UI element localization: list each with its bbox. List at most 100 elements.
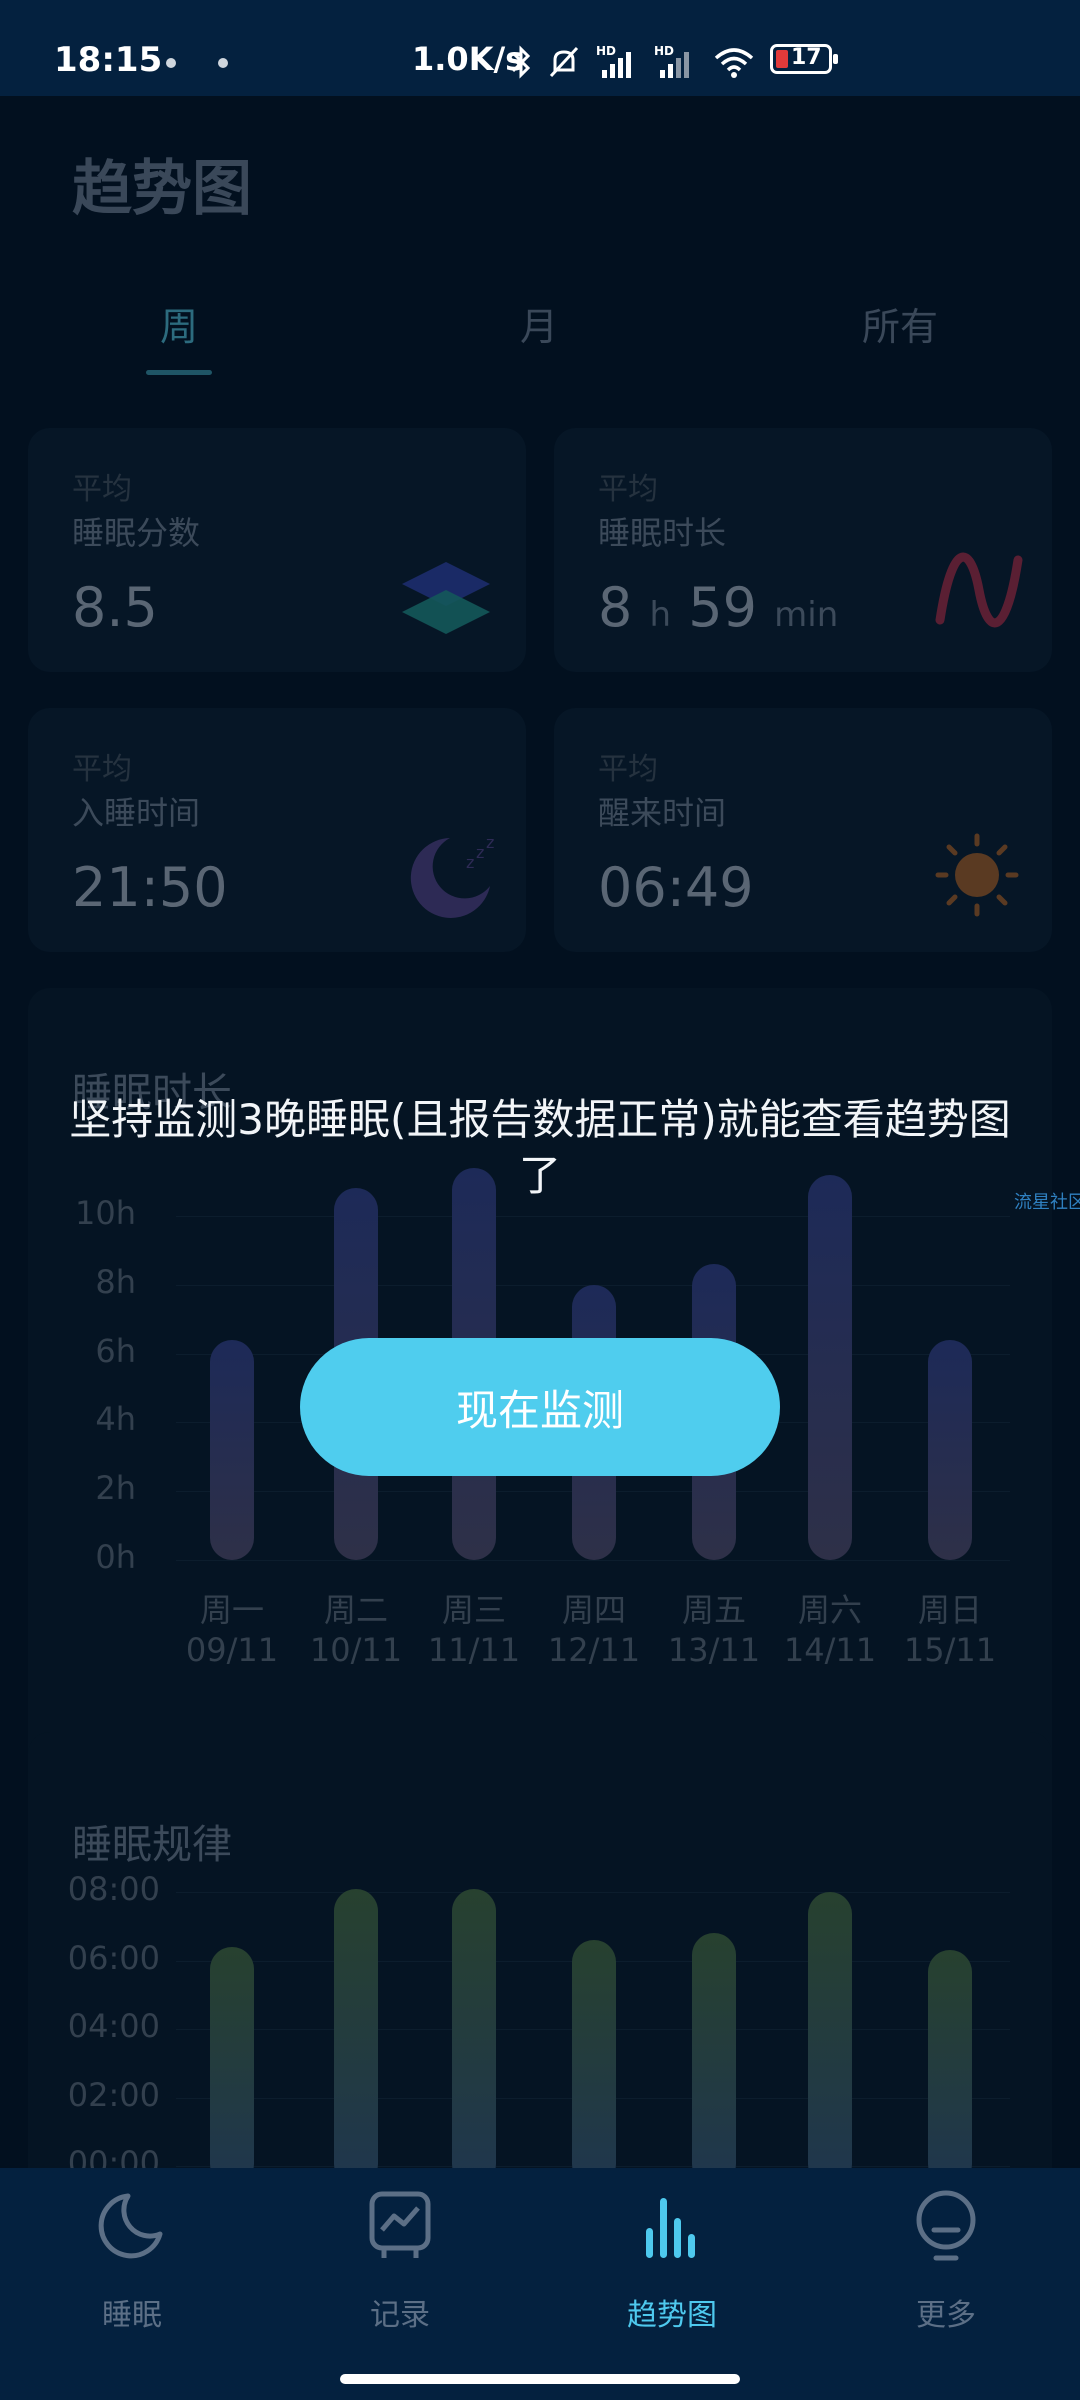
stat-prefix: 平均 bbox=[598, 752, 658, 787]
layers-icon bbox=[402, 562, 490, 634]
signal-icon: HD bbox=[654, 44, 689, 78]
chart-bar bbox=[808, 1892, 852, 2186]
status-time: 18:15 bbox=[54, 40, 163, 80]
home-indicator[interactable] bbox=[340, 2374, 740, 2384]
status-icons: HD HD bbox=[510, 42, 756, 82]
x-tick-day: 周三 bbox=[441, 1591, 506, 1629]
nav-item-record[interactable]: 记录 bbox=[300, 2190, 500, 2340]
signal-hd-label: HD bbox=[654, 44, 674, 58]
x-tick-date: 12/11 bbox=[547, 1631, 641, 1669]
grid-line bbox=[176, 1216, 1010, 1217]
moon-icon bbox=[98, 2193, 163, 2259]
chart-bar bbox=[808, 1174, 852, 1560]
y-tick-label: 6h bbox=[95, 1331, 136, 1370]
x-tick-label: 周六 14/11 bbox=[770, 1590, 890, 1670]
nav-item-sleep[interactable]: 睡眠 bbox=[32, 2190, 232, 2340]
trend-unlock-message: 坚持监测3晚睡眠(且报告数据正常)就能查看趋势图了 bbox=[69, 1095, 1011, 1200]
stat-label: 醒来时间 bbox=[598, 794, 727, 832]
x-tick-label: 周四 12/11 bbox=[534, 1590, 654, 1670]
battery-icon: 17 bbox=[770, 44, 838, 74]
stat-label: 睡眠分数 bbox=[72, 514, 201, 552]
x-tick-label: 周日 15/11 bbox=[890, 1590, 1010, 1670]
stat-card-sleep-time: 平均 入睡时间 21:50 z z z bbox=[28, 708, 526, 952]
notification-dot-icon bbox=[218, 58, 228, 68]
chart-bar bbox=[452, 1888, 496, 2186]
nav-label: 更多 bbox=[916, 2298, 976, 2333]
bottom-nav: 睡眠 记录 趋势图 更多 bbox=[0, 2168, 1080, 2400]
x-tick-date: 14/11 bbox=[783, 1631, 877, 1669]
tab-month[interactable]: 月 bbox=[520, 296, 558, 351]
sleep-regularity-chart: 睡眠规律 08:00 06:00 04:00 02:00 00:00 bbox=[28, 1732, 1052, 2192]
stat-prefix: 平均 bbox=[598, 472, 658, 507]
stat-card-score: 平均 睡眠分数 8.5 bbox=[28, 428, 526, 672]
sun-icon bbox=[935, 833, 1019, 917]
x-tick-label: 周五 13/11 bbox=[654, 1590, 774, 1670]
monitor-now-button[interactable]: 现在监测 bbox=[300, 1338, 780, 1476]
y-tick-label: 4h bbox=[95, 1400, 136, 1439]
sine-wave-icon bbox=[935, 552, 1023, 628]
x-tick-label: 周二 10/11 bbox=[296, 1590, 416, 1670]
trend-bars-icon bbox=[646, 2198, 695, 2258]
nav-label: 趋势图 bbox=[627, 2298, 717, 2333]
tab-all[interactable]: 所有 bbox=[862, 296, 938, 351]
duration-hours: 8 bbox=[598, 576, 633, 639]
x-tick-day: 周四 bbox=[561, 1591, 626, 1629]
grid-line bbox=[176, 1560, 1010, 1561]
y-tick-label: 08:00 bbox=[67, 1870, 160, 1908]
duration-minutes-unit: min bbox=[774, 595, 839, 635]
x-tick-day: 周五 bbox=[681, 1591, 746, 1629]
x-tick-date: 11/11 bbox=[427, 1631, 521, 1669]
side-watermark: 流星社区 bbox=[1014, 1192, 1080, 1213]
page-title: 趋势图 bbox=[72, 154, 252, 224]
x-tick-label: 周三 11/11 bbox=[414, 1590, 534, 1670]
duration-hours-unit: h bbox=[649, 595, 672, 635]
bluetooth-icon bbox=[511, 45, 531, 79]
network-speed: 1.0K/s bbox=[412, 40, 525, 78]
mute-bell-icon bbox=[549, 46, 579, 78]
svg-text:z: z bbox=[476, 843, 484, 862]
y-tick-label: 06:00 bbox=[67, 1938, 160, 1977]
x-tick-date: 15/11 bbox=[903, 1631, 997, 1669]
y-tick-label: 8h bbox=[95, 1262, 136, 1301]
y-tick-label: 04:00 bbox=[67, 2007, 160, 2045]
x-tick-label: 周一 09/11 bbox=[172, 1590, 292, 1670]
x-tick-day: 周二 bbox=[323, 1591, 388, 1629]
tab-week[interactable]: 周 bbox=[160, 296, 198, 351]
status-bar: 18:15 1.0K/s HD HD 17 bbox=[0, 0, 1080, 96]
chart-bar bbox=[928, 1339, 972, 1560]
chart-bar bbox=[928, 1950, 972, 2186]
record-icon bbox=[369, 2191, 431, 2258]
chart-bar bbox=[210, 1946, 254, 2186]
stat-value: 21:50 bbox=[72, 856, 228, 919]
signal-icon: HD bbox=[596, 44, 631, 78]
svg-text:z: z bbox=[486, 833, 494, 852]
x-tick-date: 09/11 bbox=[185, 1631, 279, 1669]
battery-level: 17 bbox=[791, 45, 822, 70]
tab-indicator bbox=[146, 370, 212, 375]
y-tick-label: 02:00 bbox=[67, 2075, 160, 2114]
notification-dot-icon bbox=[166, 58, 176, 68]
stat-prefix: 平均 bbox=[72, 752, 132, 787]
y-tick-label: 2h bbox=[95, 1469, 136, 1508]
stat-value: 06:49 bbox=[598, 856, 754, 919]
wifi-icon bbox=[714, 48, 754, 78]
stat-prefix: 平均 bbox=[72, 472, 132, 507]
svg-text:z: z bbox=[466, 853, 474, 872]
stat-value: 8.5 bbox=[72, 576, 158, 639]
x-tick-date: 13/11 bbox=[667, 1631, 761, 1669]
nav-label: 记录 bbox=[370, 2298, 430, 2333]
bulb-icon bbox=[916, 2190, 976, 2261]
x-tick-date: 10/11 bbox=[309, 1631, 403, 1669]
stat-card-wake-time: 平均 醒来时间 06:49 bbox=[554, 708, 1052, 952]
chart-bar bbox=[572, 1939, 616, 2186]
signal-hd-label: HD bbox=[596, 44, 616, 58]
stat-value: 8 h 59 min bbox=[598, 576, 838, 639]
chart-bar bbox=[692, 1933, 736, 2186]
nav-item-more[interactable]: 更多 bbox=[846, 2190, 1046, 2340]
x-tick-day: 周六 bbox=[797, 1591, 862, 1629]
chart-bar bbox=[210, 1339, 254, 1560]
stat-label: 入睡时间 bbox=[72, 794, 201, 832]
nav-item-trend[interactable]: 趋势图 bbox=[572, 2190, 772, 2340]
grid-line bbox=[176, 1892, 1010, 1893]
stat-card-duration: 平均 睡眠时长 8 h 59 min bbox=[554, 428, 1052, 672]
